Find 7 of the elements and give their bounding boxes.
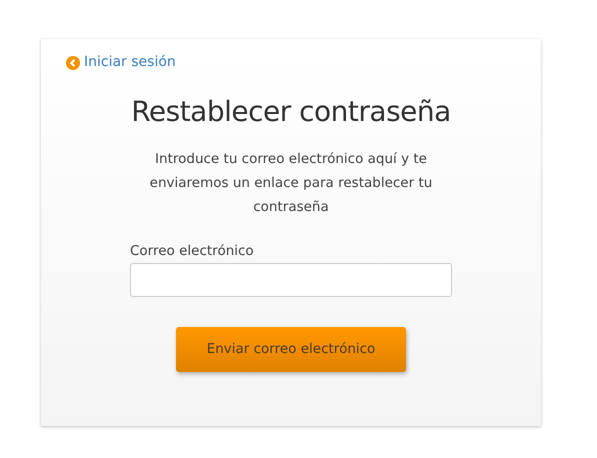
- page-title: Restablecer contraseña: [130, 94, 452, 130]
- submit-button[interactable]: Enviar correo electrónico: [176, 326, 406, 372]
- back-link[interactable]: Iniciar sesión: [66, 52, 176, 73]
- chevron-left-icon: [66, 56, 80, 70]
- field-label: Correo electrónico: [130, 242, 255, 260]
- description-text: Introduce tu correo electrónico aquí y te enviaremos un enlace para restablecer tu contraseña: [148, 150, 434, 216]
- email-field[interactable]: [130, 262, 452, 297]
